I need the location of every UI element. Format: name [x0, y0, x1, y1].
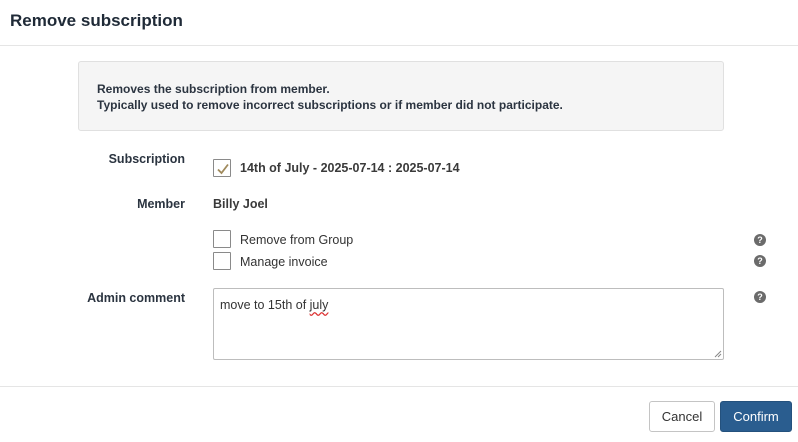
- dialog-header: Remove subscription: [0, 0, 798, 46]
- help-icon[interactable]: ?: [754, 234, 766, 246]
- member-value: Billy Joel: [213, 197, 268, 211]
- info-line-2: Typically used to remove incorrect subsc…: [97, 98, 563, 112]
- admin-comment-textarea[interactable]: move to 15th of july: [213, 288, 724, 360]
- help-icon[interactable]: ?: [754, 255, 766, 267]
- admin-comment-text: move to 15th of: [220, 298, 310, 312]
- resize-grip-icon[interactable]: [714, 350, 722, 358]
- subscription-checkbox[interactable]: [213, 159, 231, 177]
- misspelled-word: july: [309, 298, 329, 312]
- dialog-title: Remove subscription: [10, 11, 183, 30]
- subscription-label: Subscription: [108, 152, 185, 166]
- help-icon[interactable]: ?: [754, 291, 766, 303]
- manage-invoice-checkbox[interactable]: [213, 252, 231, 270]
- member-label: Member: [137, 197, 185, 211]
- subscription-value: 14th of July - 2025-07-14 : 2025-07-14: [240, 161, 460, 175]
- checkmark-icon: [217, 163, 229, 175]
- confirm-button[interactable]: Confirm: [720, 401, 792, 432]
- cancel-button[interactable]: Cancel: [649, 401, 715, 432]
- info-line-1: Removes the subscription from member.: [97, 82, 330, 96]
- info-box: Removes the subscription from member. Ty…: [78, 61, 724, 131]
- footer-divider: [0, 386, 798, 387]
- manage-invoice-label: Manage invoice: [240, 255, 328, 269]
- admin-comment-label: Admin comment: [87, 291, 185, 305]
- remove-from-group-checkbox[interactable]: [213, 230, 231, 248]
- remove-from-group-label: Remove from Group: [240, 233, 354, 247]
